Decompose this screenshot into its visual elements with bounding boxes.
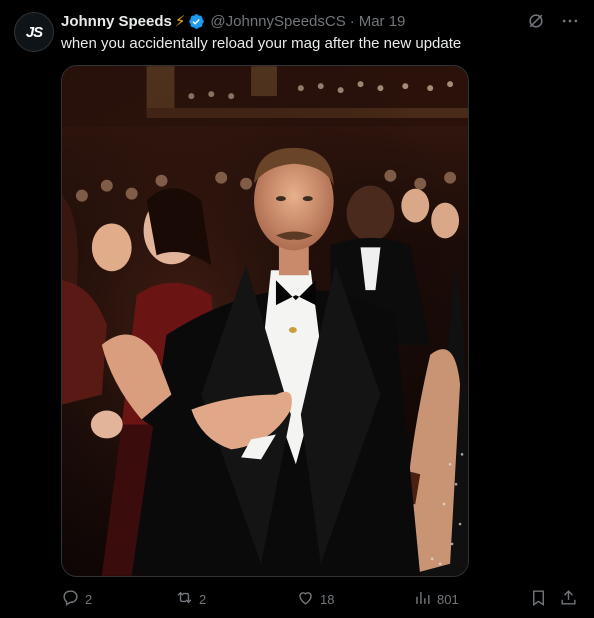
views-count: 801 xyxy=(437,591,459,607)
like-icon xyxy=(296,588,315,610)
like-count: 18 xyxy=(320,591,335,607)
grok-icon[interactable] xyxy=(526,11,546,31)
bookmark-button[interactable] xyxy=(529,588,548,610)
views-button[interactable]: 801 xyxy=(413,588,459,610)
avatar-text: JS xyxy=(25,23,43,41)
avatar[interactable]: JS xyxy=(14,12,54,52)
verified-badge-icon xyxy=(188,13,205,30)
photo-illustration xyxy=(62,66,468,576)
repost-icon xyxy=(175,588,194,610)
reply-icon xyxy=(61,588,80,610)
tweet-header: Johnny Speeds ⚡ @JohnnySpeedsCS · Mar 19 xyxy=(61,11,580,31)
repost-button[interactable]: 2 xyxy=(175,588,206,610)
bookmark-icon xyxy=(529,588,548,610)
repost-count: 2 xyxy=(199,591,207,607)
share-button[interactable] xyxy=(559,588,578,610)
reply-count: 2 xyxy=(85,591,93,607)
like-button[interactable]: 18 xyxy=(296,588,334,610)
post-date[interactable]: Mar 19 xyxy=(359,13,406,30)
separator-dot: · xyxy=(349,12,355,30)
tweet-photo[interactable] xyxy=(61,65,469,577)
author-handle[interactable]: @JohnnySpeedsCS xyxy=(210,13,345,30)
tweet-text: when you accidentally reload your mag af… xyxy=(61,35,462,52)
lightning-emoji: ⚡ xyxy=(174,13,186,30)
display-name[interactable]: Johnny Speeds xyxy=(61,13,172,30)
more-icon[interactable] xyxy=(560,11,580,31)
share-icon xyxy=(559,588,578,610)
action-bar: 2 2 18 801 xyxy=(61,588,580,610)
views-icon xyxy=(413,588,432,610)
reply-button[interactable]: 2 xyxy=(61,588,92,610)
